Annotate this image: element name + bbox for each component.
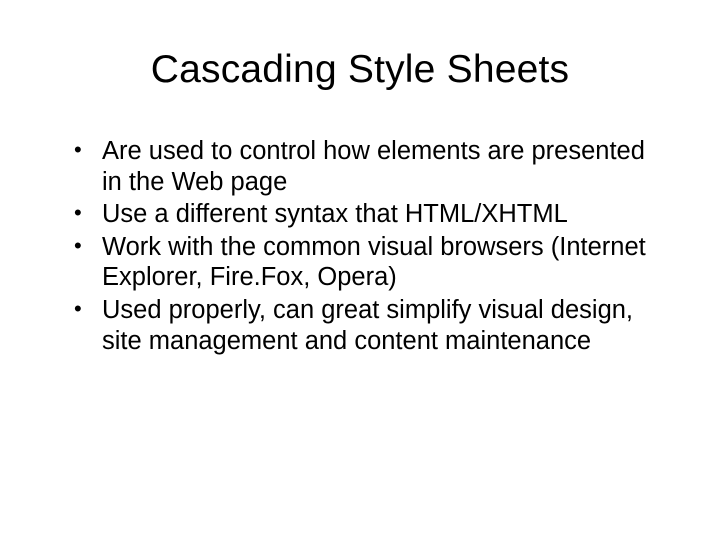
slide: Cascading Style Sheets Are used to contr… — [0, 0, 720, 540]
list-item: Work with the common visual browsers (In… — [74, 232, 662, 293]
list-item: Are used to control how elements are pre… — [74, 136, 662, 197]
list-item: Used properly, can great simplify visual… — [74, 295, 662, 356]
list-item: Use a different syntax that HTML/XHTML — [74, 199, 662, 230]
slide-title: Cascading Style Sheets — [58, 48, 662, 92]
bullet-list: Are used to control how elements are pre… — [58, 136, 662, 356]
